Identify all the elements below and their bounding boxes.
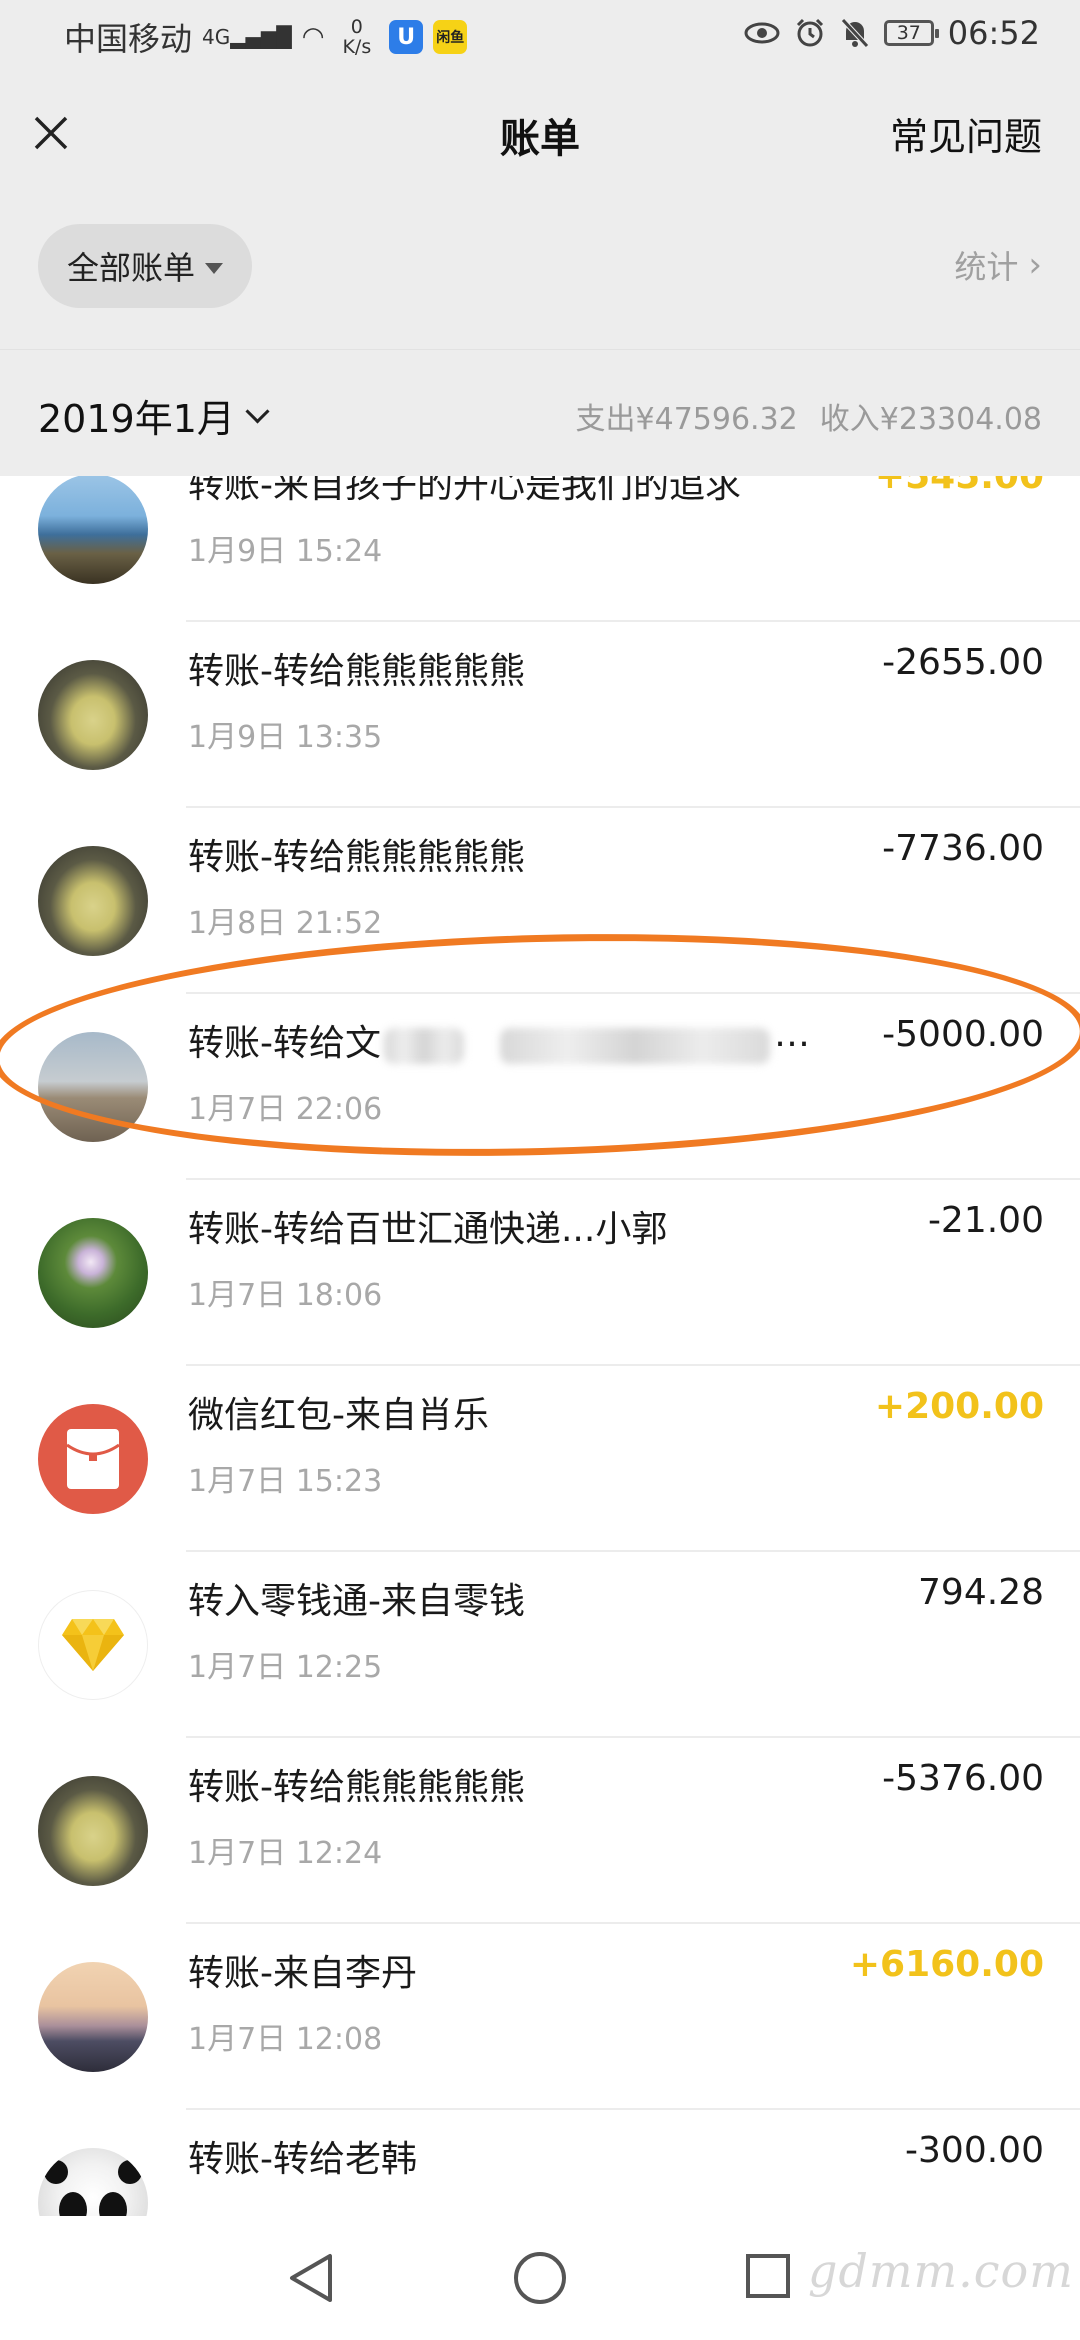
speed-value: 0	[350, 16, 363, 38]
transaction-title: 转账-转给老韩	[188, 2139, 417, 2180]
chevron-right-icon: ›	[1028, 245, 1042, 285]
eye-icon	[744, 22, 780, 44]
bill-type-label: 全部账单	[66, 249, 195, 287]
clock: 06:52	[947, 14, 1040, 52]
transaction-title: 转入零钱通-来自零钱	[188, 1581, 525, 1622]
transaction-title: 转账-来自孩子的开心是我们的追求	[188, 476, 741, 506]
transaction-amount: +545.00	[874, 476, 1044, 497]
back-triangle-icon[interactable]	[286, 2252, 336, 2304]
status-left: 中国移动 4G▂▄▆█ ◠ 0 K/s U 闲鱼	[64, 14, 468, 60]
transaction-row[interactable]: 转账-来自李丹 1月7日 12:08 +6160.00	[0, 1924, 1080, 2110]
transaction-row[interactable]: 转账-来自孩子的开心是我们的追求 1月9日 15:24 +545.00	[0, 476, 1080, 622]
signal-label: 4G	[202, 25, 231, 49]
transaction-amount: -21.00	[927, 1200, 1044, 1241]
transaction-row-highlighted[interactable]: 转账-转给文 … 1月7日 22:06 -5000.00	[0, 994, 1080, 1180]
transaction-title: 转账-转给熊熊熊熊熊	[188, 1767, 525, 1808]
transaction-title: 微信红包-来自肖乐	[188, 1395, 489, 1436]
transaction-title: 转账-转给熊熊熊熊熊	[188, 651, 525, 692]
transaction-time: 1月7日 12:24	[188, 1836, 383, 1871]
recent-apps-square-icon[interactable]	[746, 2254, 790, 2298]
transaction-amount: +200.00	[874, 1386, 1044, 1427]
transaction-title: 转账-转给文	[188, 1014, 381, 1066]
battery-icon: 37	[883, 20, 939, 46]
diamond-icon	[38, 1590, 148, 1700]
transaction-row[interactable]: 微信红包-来自肖乐 1月7日 15:23 +200.00	[0, 1366, 1080, 1552]
redacted-blur	[500, 1028, 770, 1064]
expense-total: 支出¥47596.32	[575, 402, 798, 437]
transaction-list[interactable]: 转账-来自孩子的开心是我们的追求 1月9日 15:24 +545.00 转账-转…	[0, 476, 1080, 2216]
month-label: 2019年1月	[38, 397, 235, 441]
transaction-row[interactable]: 转账-转给熊熊熊熊熊 1月7日 12:24 -5376.00	[0, 1738, 1080, 1924]
transaction-row[interactable]: 转入零钱通-来自零钱 1月7日 12:25 794.28	[0, 1552, 1080, 1738]
chevron-down-icon	[245, 399, 270, 424]
transaction-row[interactable]: 转账-转给老韩 -300.00	[0, 2110, 1080, 2216]
sunset-photo-avatar	[38, 1962, 148, 2072]
transaction-amount: -7736.00	[882, 828, 1044, 869]
header-bar: 账单 常见问题	[0, 78, 1080, 188]
xianyu-notification-icon: 闲鱼	[433, 20, 468, 54]
carrier-label: 中国移动	[64, 20, 193, 58]
transaction-time: 1月7日 12:25	[188, 1650, 383, 1685]
alarm-icon	[796, 18, 823, 47]
site-watermark: gdmm.com	[808, 2244, 1074, 2298]
transaction-title-visible: 转账-转给文	[188, 1023, 381, 1064]
transaction-amount: -300.00	[905, 2130, 1044, 2171]
status-bar: 中国移动 4G▂▄▆█ ◠ 0 K/s U 闲鱼 37 06:52	[0, 0, 1080, 78]
transaction-time: 1月7日 22:06	[188, 1092, 383, 1127]
filter-bar: 全部账单 统计 ›	[0, 188, 1080, 350]
transaction-time: 1月7日 18:06	[188, 1278, 383, 1313]
transaction-amount: -5000.00	[882, 1014, 1044, 1055]
app-notification-icon: U	[389, 20, 424, 54]
transaction-amount: 794.28	[918, 1572, 1044, 1613]
caret-down-icon	[205, 262, 223, 274]
transaction-time: 1月9日 15:24	[188, 534, 383, 569]
transaction-row[interactable]: 转账-转给百世汇通快递...小郭 1月7日 18:06 -21.00	[0, 1180, 1080, 1366]
statistics-label: 统计	[954, 248, 1019, 286]
sea-photo-avatar	[38, 476, 148, 584]
transaction-row[interactable]: 转账-转给熊熊熊熊熊 1月9日 13:35 -2655.00	[0, 622, 1080, 808]
wifi-icon: ◠	[301, 22, 325, 52]
signal-icon: 4G▂▄▆█	[202, 25, 292, 49]
faq-link[interactable]: 常见问题	[890, 106, 1042, 161]
box-photo-avatar	[38, 846, 148, 956]
transaction-time: 1月7日 12:08	[188, 2022, 383, 2057]
month-bar: 2019年1月 支出¥47596.32 收入¥23304.08	[0, 350, 1080, 476]
speed-unit: K/s	[342, 36, 372, 58]
red-packet-icon	[38, 1404, 148, 1514]
transaction-amount: -5376.00	[882, 1758, 1044, 1799]
redacted-blur	[384, 1028, 464, 1064]
month-summary: 支出¥47596.32 收入¥23304.08	[576, 394, 1042, 438]
month-picker[interactable]: 2019年1月	[38, 388, 270, 443]
transaction-time: 1月7日 15:23	[188, 1464, 383, 1499]
transaction-time: 1月9日 13:35	[188, 720, 383, 755]
flower-photo-avatar	[38, 1218, 148, 1328]
status-right: 37 06:52	[744, 14, 1040, 52]
transaction-title-ellipsis: …	[774, 1014, 810, 1055]
couple-photo-avatar	[38, 1032, 148, 1142]
box-photo-avatar	[38, 1776, 148, 1886]
transaction-title: 转账-转给熊熊熊熊熊	[188, 837, 525, 878]
transaction-row[interactable]: 转账-转给熊熊熊熊熊 1月8日 21:52 -7736.00	[0, 808, 1080, 994]
mute-bell-icon	[840, 18, 869, 48]
network-speed: 0 K/s	[342, 17, 371, 57]
transaction-amount: +6160.00	[849, 1944, 1044, 1985]
home-circle-icon[interactable]	[514, 2252, 566, 2304]
transaction-time: 1月8日 21:52	[188, 906, 383, 941]
transaction-title: 转账-来自李丹	[188, 1953, 417, 1994]
battery-level: 37	[896, 22, 921, 44]
box-photo-avatar	[38, 660, 148, 770]
transaction-title: 转账-转给百世汇通快递...小郭	[188, 1209, 668, 1250]
transaction-amount: -2655.00	[882, 642, 1044, 683]
system-navigation-bar: gdmm.com	[0, 2216, 1080, 2340]
income-total: 收入¥23304.08	[819, 402, 1042, 437]
statistics-link[interactable]: 统计 ›	[954, 242, 1042, 288]
panda-photo-avatar	[38, 2148, 148, 2216]
bill-type-dropdown[interactable]: 全部账单	[38, 224, 252, 308]
